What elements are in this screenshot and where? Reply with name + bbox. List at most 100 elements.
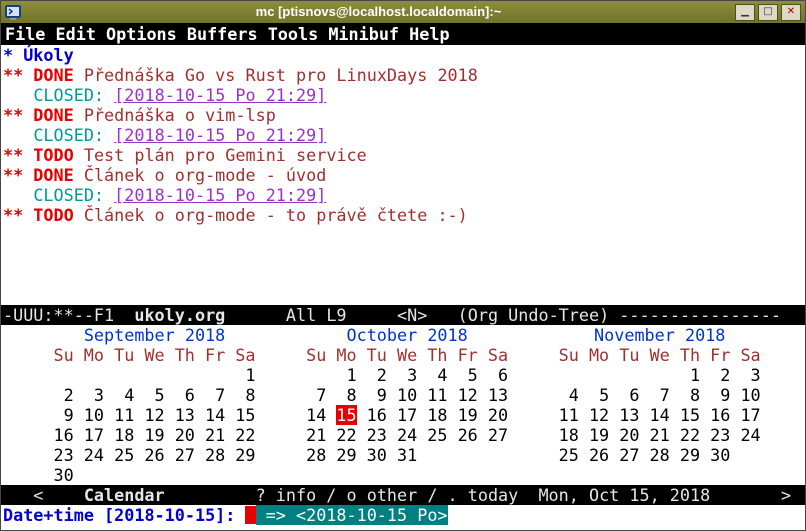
calendar-day[interactable]: 1 [690,365,700,385]
maximize-button[interactable]: □ [758,3,778,21]
calendar-day[interactable]: 27 [488,425,508,445]
calendar-day[interactable]: 16 [54,425,74,445]
minibuffer[interactable]: Date+time [2018-10-15]: => <2018-10-15 P… [1,505,805,530]
calendar-day[interactable]: 29 [235,445,255,465]
calendar-day[interactable]: 19 [458,405,478,425]
calendar-day[interactable]: 2 [64,385,74,405]
calendar-day[interactable]: 12 [589,405,609,425]
calendar-day[interactable]: 26 [458,425,478,445]
calendar-day[interactable]: 6 [185,385,195,405]
calendar-day[interactable]: 5 [599,385,609,405]
calendar-day[interactable]: 13 [488,385,508,405]
calendar-day[interactable]: 7 [316,385,326,405]
calendar-day[interactable]: 24 [84,445,104,465]
calendar-day[interactable]: 23 [367,425,387,445]
calendar-day[interactable]: 17 [397,405,417,425]
calendar-day[interactable]: 30 [54,465,74,485]
minimize-button[interactable]: ▁ [735,3,755,21]
calendar-day[interactable]: 23 [54,445,74,465]
calendar-day[interactable]: 15 [235,405,255,425]
calendar-day[interactable]: 21 [205,425,225,445]
calendar-day[interactable]: 7 [215,385,225,405]
menu-item-help[interactable]: Help [409,23,449,45]
menu-item-edit[interactable]: Edit [56,23,96,45]
calendar-day[interactable]: 4 [569,385,579,405]
calendar-day[interactable]: 10 [84,405,104,425]
calendar-day[interactable]: 2 [720,365,730,385]
calendar-day[interactable]: 7 [660,385,670,405]
menu-item-file[interactable]: File [5,23,45,45]
menu-item-buffers[interactable]: Buffers [187,23,258,45]
calendar-day[interactable]: 2 [377,365,387,385]
calendar-day[interactable]: 10 [740,385,760,405]
calendar-day[interactable]: 26 [144,445,164,465]
calendar-day[interactable]: 18 [114,425,134,445]
menu-item-tools[interactable]: Tools [268,23,319,45]
calendar-day[interactable]: 29 [336,445,356,465]
calendar-day[interactable]: 8 [690,385,700,405]
calendar-day[interactable]: 13 [619,405,639,425]
calendar-day[interactable]: 12 [144,405,164,425]
calendar-day[interactable]: 14 [650,405,670,425]
calendar-back-arrow[interactable]: < [33,485,43,505]
calendar-day[interactable]: 18 [559,425,579,445]
calendar-day[interactable]: 3 [751,365,761,385]
calendar-day[interactable]: 21 [650,425,670,445]
calendar-day[interactable]: 22 [336,425,356,445]
calendar-day[interactable]: 9 [720,385,730,405]
calendar-day[interactable]: 22 [235,425,255,445]
calendar-day[interactable]: 5 [155,385,165,405]
calendar-day[interactable]: 1 [245,365,255,385]
calendar-day[interactable]: 30 [710,445,730,465]
calendar-day[interactable]: 29 [680,445,700,465]
calendar-day[interactable]: 31 [397,445,417,465]
calendar-day[interactable]: 24 [740,425,760,445]
close-button[interactable]: ✕ [781,3,801,21]
calendar-day[interactable]: 19 [589,425,609,445]
calendar-day[interactable]: 22 [680,425,700,445]
calendar-day[interactable]: 18 [427,405,447,425]
calendar-forward-arrow[interactable]: > [781,485,791,505]
calendar-day[interactable]: 17 [84,425,104,445]
calendar-day[interactable]: 25 [114,445,134,465]
menu-item-options[interactable]: Options [106,23,177,45]
calendar-day[interactable]: 25 [427,425,447,445]
calendar-day[interactable]: 14 [205,405,225,425]
calendar-day[interactable]: 6 [498,365,508,385]
calendar-day[interactable]: 3 [94,385,104,405]
calendar-day[interactable]: 27 [619,445,639,465]
calendar-day[interactable]: 28 [306,445,326,465]
calendar-day[interactable]: 24 [397,425,417,445]
calendar-day[interactable]: 14 [306,405,326,425]
calendar-day[interactable]: 20 [175,425,195,445]
calendar-day[interactable]: 9 [377,385,387,405]
calendar-day[interactable]: 28 [650,445,670,465]
calendar-day[interactable]: 15 [680,405,700,425]
calendar-day[interactable]: 27 [175,445,195,465]
calendar-day[interactable]: 13 [175,405,195,425]
calendar-day[interactable]: 16 [710,405,730,425]
calendar-day[interactable]: 11 [559,405,579,425]
menu-item-minibuf[interactable]: Minibuf [328,23,399,45]
calendar-day[interactable]: 16 [367,405,387,425]
calendar-day[interactable]: 4 [437,365,447,385]
calendar-day[interactable]: 20 [488,405,508,425]
org-buffer[interactable]: * Úkoly ** DONE Přednáška Go vs Rust pro … [1,45,805,305]
calendar-day-today[interactable]: 15 [336,405,357,425]
calendar-day[interactable]: 11 [427,385,447,405]
calendar-day[interactable]: 21 [306,425,326,445]
calendar-day[interactable]: 25 [559,445,579,465]
calendar-day[interactable]: 1 [346,365,356,385]
calendar-day[interactable]: 30 [367,445,387,465]
calendar-day[interactable]: 28 [205,445,225,465]
calendar-day[interactable]: 12 [458,385,478,405]
calendar-day[interactable]: 17 [740,405,760,425]
calendar-day[interactable]: 8 [245,385,255,405]
calendar-day[interactable]: 8 [346,385,356,405]
calendar-day[interactable]: 11 [114,405,134,425]
calendar-day[interactable]: 6 [629,385,639,405]
calendar-day[interactable]: 23 [710,425,730,445]
calendar-day[interactable]: 3 [407,365,417,385]
titlebar[interactable]: mc [ptisnovs@localhost.localdomain]:~ ▁ … [1,1,805,23]
calendar-day[interactable]: 9 [64,405,74,425]
